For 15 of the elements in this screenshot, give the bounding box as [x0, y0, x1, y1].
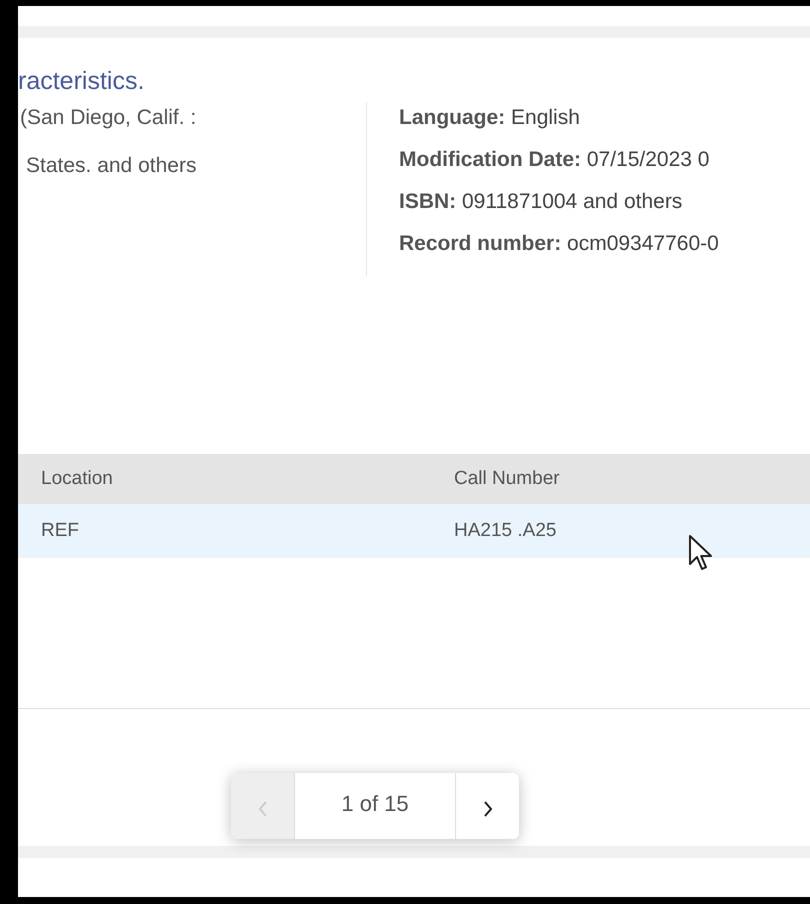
mouse-pointer-icon: [688, 534, 714, 572]
record-title: racteristics.: [18, 66, 146, 96]
column-header: Call Number: [454, 468, 560, 490]
record-field: ISBN: 0911871004 and others: [399, 181, 719, 223]
record-detail-text: States. and others: [25, 154, 198, 178]
column-header: Location: [40, 468, 114, 490]
chevron-right-icon: [482, 800, 492, 818]
record-field: Record number: ocm09347760-0: [399, 223, 719, 265]
record-field: Language: English: [399, 97, 719, 139]
next-page-button[interactable]: [456, 773, 519, 839]
record-detail-text: (San Diego, Calif. :: [20, 106, 198, 130]
record-field: Modification Date: 07/15/2023 0: [399, 139, 719, 181]
chevron-left-icon: [258, 800, 268, 818]
table-cell-text: REF: [40, 520, 80, 542]
table-cell: HA215 .A25: [454, 520, 556, 542]
